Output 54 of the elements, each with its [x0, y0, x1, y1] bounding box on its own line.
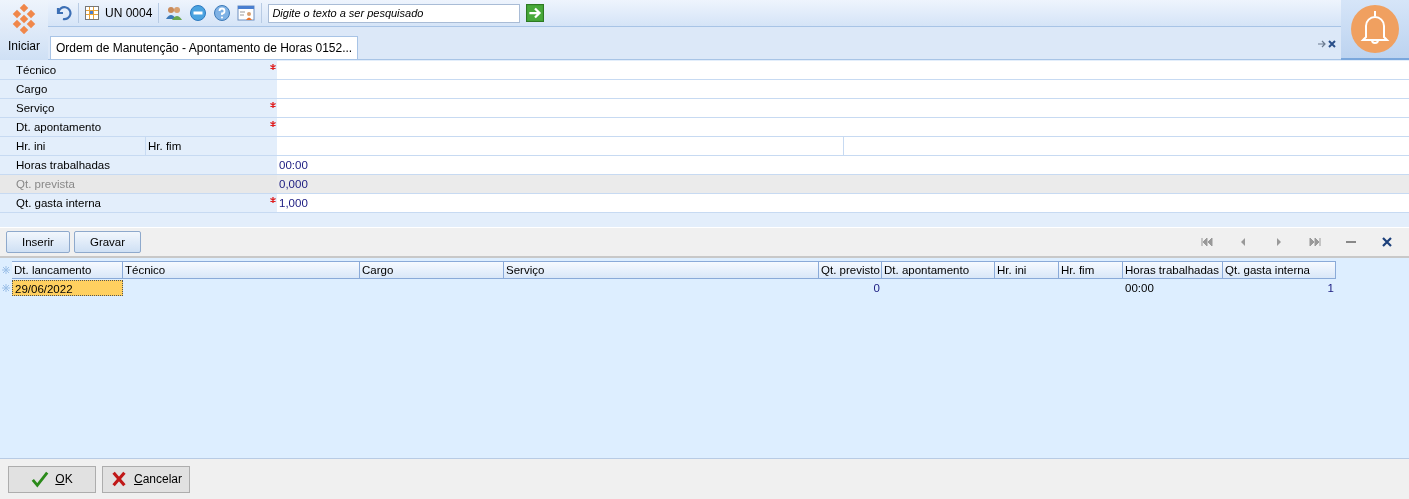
tab[interactable]: Ordem de Manutenção - Apontamento de Horas 0152... — [50, 36, 359, 59]
users-icon[interactable] — [165, 4, 184, 22]
input-field[interactable] — [277, 137, 843, 155]
field-label: Técnico — [15, 63, 58, 78]
close-icon[interactable] — [1381, 237, 1393, 247]
column-header[interactable]: Hr. fim — [1059, 261, 1123, 279]
go-arrow-icon[interactable] — [526, 4, 545, 22]
column-header[interactable]: Cargo — [360, 261, 504, 279]
column-header[interactable]: Serviço — [504, 261, 819, 279]
input-field[interactable]: 1,000 — [277, 194, 1409, 212]
input-field[interactable]: 00:00 — [277, 156, 1409, 174]
input-field[interactable] — [843, 137, 1409, 155]
minus-circle-icon[interactable] — [189, 4, 208, 22]
table-cell-text: 0 — [872, 281, 881, 296]
cross-icon — [110, 470, 128, 488]
help-icon[interactable] — [213, 4, 232, 22]
column-header[interactable]: Hr. ini — [995, 261, 1059, 279]
input-field[interactable] — [277, 99, 1409, 117]
input-field[interactable] — [277, 118, 1409, 136]
field-label: Qt. gasta interna — [15, 196, 103, 211]
cancel-button[interactable]: Cancelar — [102, 465, 190, 493]
column-header[interactable]: Qt. previsto — [819, 261, 882, 279]
field-label: Dt. apontamento — [15, 120, 103, 135]
close-tab-icon[interactable] — [1317, 39, 1337, 49]
column-header[interactable]: Dt. lancamento — [12, 261, 123, 279]
input-field[interactable] — [277, 61, 1409, 79]
grid-icon[interactable] — [85, 6, 99, 20]
table-cell-text: 00:00 — [1124, 281, 1155, 296]
grid-button[interactable]: Inserir — [6, 231, 70, 253]
unit-label[interactable]: UN 0004 — [105, 6, 153, 20]
check-icon — [31, 470, 50, 488]
table-cell-text: 1 — [1326, 281, 1335, 296]
start-label[interactable]: Iniciar — [8, 39, 40, 53]
row-marker-icon — [0, 284, 12, 292]
column-header[interactable]: Técnico — [123, 261, 360, 279]
field-label: Qt. prevista — [15, 177, 76, 192]
field-label: Horas trabalhadas — [15, 158, 111, 173]
first-icon[interactable] — [1201, 237, 1213, 247]
column-header[interactable]: Horas trabalhadas — [1123, 261, 1223, 279]
field-label: Serviço — [15, 101, 56, 116]
input-field[interactable] — [277, 80, 1409, 98]
search-field[interactable]: Digite o texto a ser pesquisado — [268, 3, 521, 23]
last-icon[interactable] — [1309, 237, 1321, 247]
column-header[interactable]: Dt. apontamento — [882, 261, 995, 279]
column-header[interactable]: Qt. gasta interna — [1223, 261, 1336, 279]
bell-icon[interactable] — [1350, 4, 1400, 54]
contact-card-icon[interactable] — [237, 4, 256, 22]
undo-icon[interactable] — [54, 4, 72, 22]
table-cell: 29/06/2022 — [12, 280, 123, 296]
field-label: Cargo — [15, 82, 49, 97]
field-label: Hr. ini — [15, 139, 47, 154]
grid-button[interactable]: Gravar — [73, 231, 142, 253]
row-marker-icon — [0, 266, 12, 274]
ok-button[interactable]: OK — [8, 465, 96, 493]
